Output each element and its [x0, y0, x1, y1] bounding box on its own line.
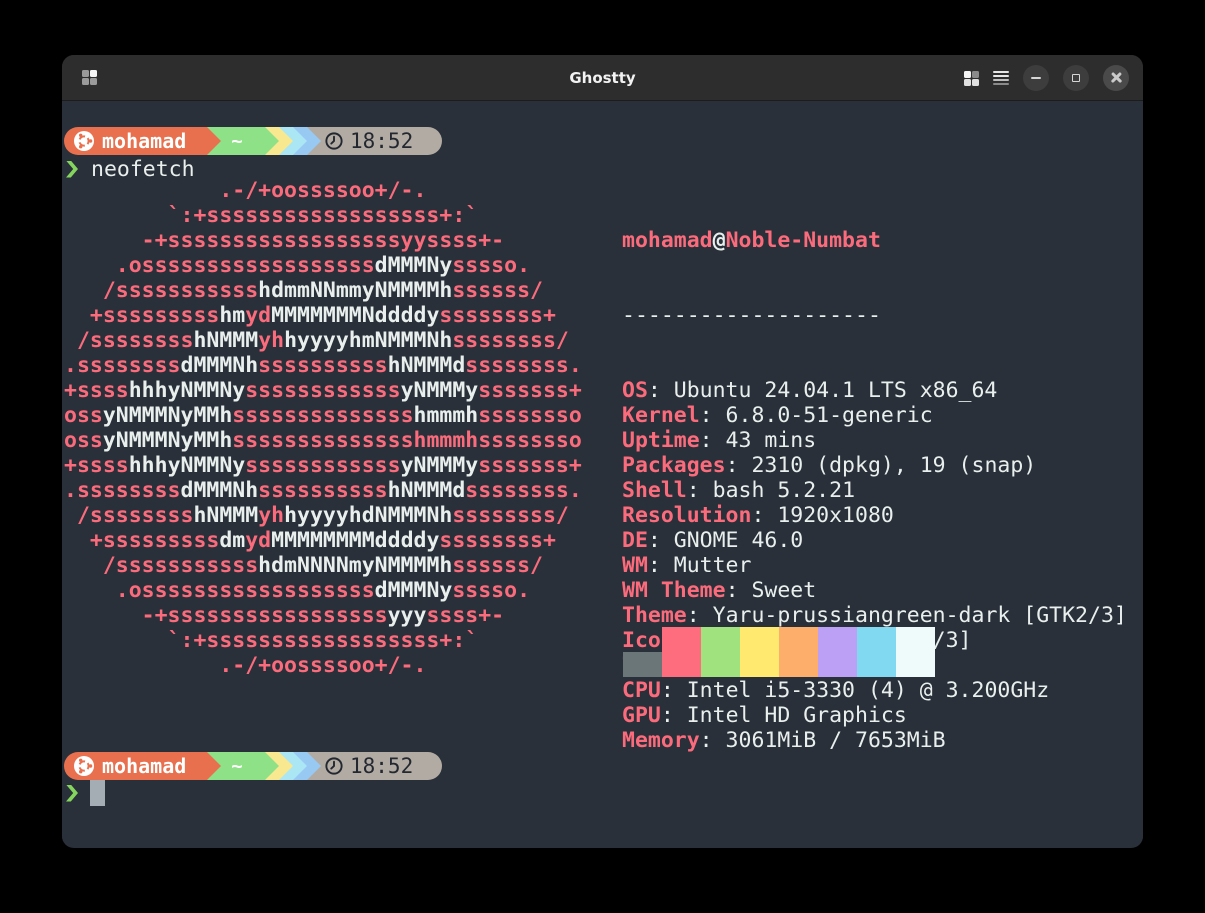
info-line: DE: GNOME 46.0: [622, 528, 1127, 553]
terminal-cursor[interactable]: [90, 780, 105, 806]
prompt-time: 18:52: [350, 129, 413, 153]
info-line: CPU: Intel i5-3330 (4) @ 3.200GHz: [622, 678, 1127, 703]
palette-swatch: [779, 652, 818, 677]
ubuntu-logo-icon: [74, 756, 94, 776]
palette-swatch: [896, 652, 935, 677]
palette-swatch: [779, 627, 818, 652]
clock-icon: [324, 756, 344, 776]
palette-swatch: [857, 652, 896, 677]
palette-swatch: [857, 627, 896, 652]
neofetch-info: mohamad@Noble-Numbat -------------------…: [622, 178, 1127, 803]
terminal-color-palette: [623, 627, 935, 677]
user-at-host: mohamad@Noble-Numbat: [622, 228, 1127, 253]
info-line: Resolution: 1920x1080: [622, 503, 1127, 528]
palette-swatch: [896, 627, 935, 652]
app-grid-icon[interactable]: [82, 70, 97, 85]
palette-swatch: [818, 627, 857, 652]
info-line: Memory: 3061MiB / 7653MiB: [622, 728, 1127, 753]
maximize-icon: [1072, 74, 1080, 82]
minimize-icon: [1031, 77, 1041, 79]
input-line[interactable]: [66, 779, 105, 807]
info-line: GPU: Intel HD Graphics: [622, 703, 1127, 728]
ghostty-window: Ghostty: [62, 55, 1143, 848]
terminal-content[interactable]: 18:52 ~ mohamad neofetch: [62, 101, 1143, 847]
prompt-path: ~: [231, 755, 242, 777]
info-line: OS: Ubuntu 24.04.1 LTS x86_64: [622, 378, 1127, 403]
main-menu-icon[interactable]: [993, 71, 1009, 85]
ubuntu-logo-icon: [74, 131, 94, 151]
prompt-chevron-icon: [66, 785, 78, 802]
clock-icon: [324, 131, 344, 151]
info-line: Packages: 2310 (dpkg), 19 (snap): [622, 453, 1127, 478]
info-line: Theme: Yaru-prussiangreen-dark [GTK2/3]: [622, 603, 1127, 628]
info-line: Shell: bash 5.2.21: [622, 478, 1127, 503]
palette-swatch: [740, 652, 779, 677]
prompt-path: ~: [231, 130, 242, 152]
close-button[interactable]: [1103, 65, 1129, 91]
palette-swatch: [662, 652, 701, 677]
prompt-user-segment: mohamad: [64, 752, 221, 780]
minimize-button[interactable]: [1023, 65, 1049, 91]
prompt-line-2: 18:52 ~ mohamad: [64, 752, 442, 780]
ubuntu-ascii-logo: .-/+oossssoo+/-. `:+ssssssssssssssssss+:…: [64, 178, 582, 678]
info-line: WM: Mutter: [622, 553, 1127, 578]
info-line: Uptime: 43 mins: [622, 428, 1127, 453]
titlebar[interactable]: Ghostty: [62, 55, 1143, 101]
palette-swatch: [701, 652, 740, 677]
prompt-username: mohamad: [102, 129, 186, 153]
palette-swatch: [623, 627, 662, 652]
maximize-button[interactable]: [1063, 65, 1089, 91]
info-line: Kernel: 6.8.0-51-generic: [622, 403, 1127, 428]
prompt-username: mohamad: [102, 754, 186, 778]
palette-swatch: [662, 627, 701, 652]
info-line: WM Theme: Sweet: [622, 578, 1127, 603]
palette-swatch: [740, 627, 779, 652]
palette-swatch: [818, 652, 857, 677]
prompt-user-segment: mohamad: [64, 127, 221, 155]
palette-swatch: [623, 652, 662, 677]
prompt-time: 18:52: [350, 754, 413, 778]
prompt-time-segment: 18:52: [307, 127, 442, 155]
prompt-chevron-icon: [66, 161, 78, 178]
palette-swatch: [701, 627, 740, 652]
tab-overview-icon[interactable]: [964, 71, 979, 86]
title-underline: --------------------: [622, 303, 1127, 328]
prompt-time-segment: 18:52: [307, 752, 442, 780]
prompt-line-1: 18:52 ~ mohamad: [64, 127, 442, 155]
